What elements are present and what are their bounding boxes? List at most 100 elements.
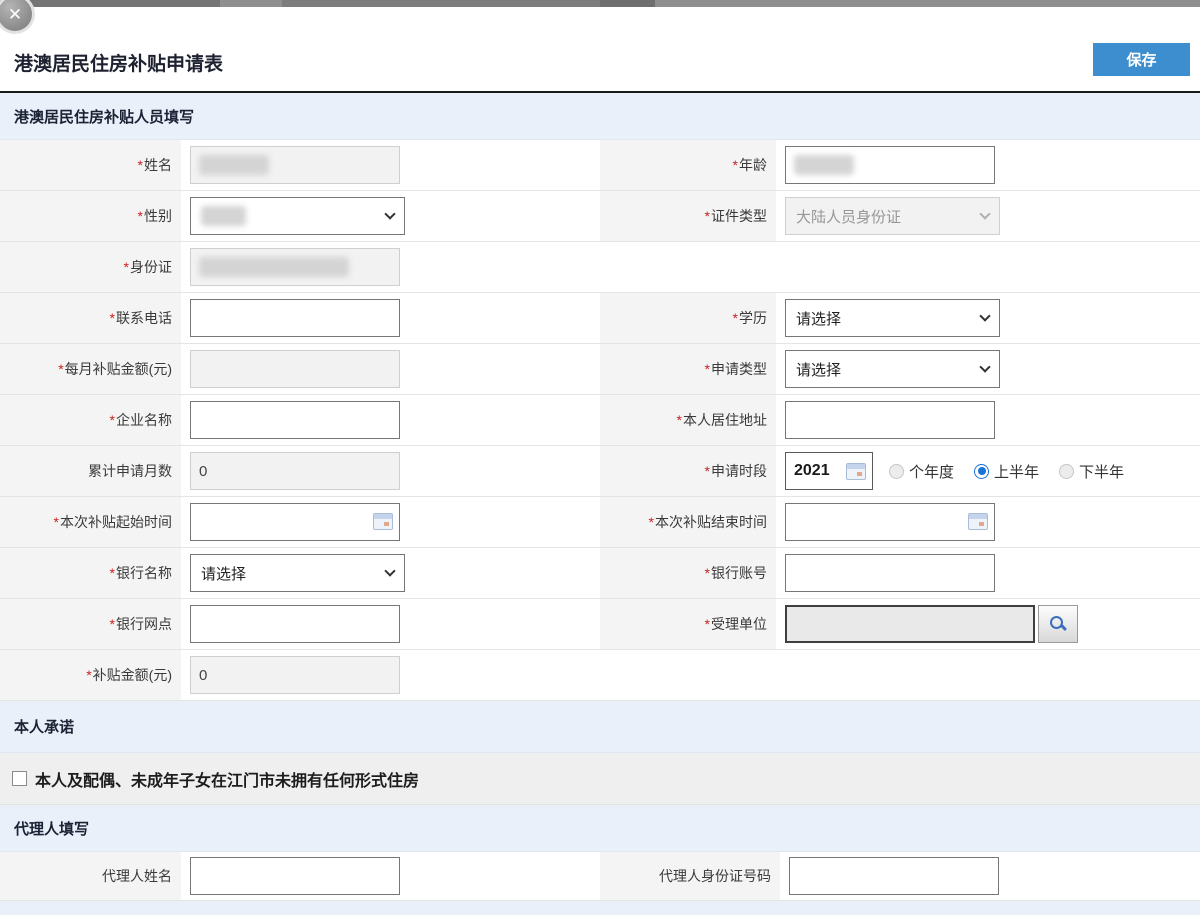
form-row: 累计申请月数 0 * 申请时段 2021 个年度 上半年 — [0, 446, 1200, 497]
form-row: * 补贴金额(元) 0 — [0, 650, 1200, 701]
label-text: 累计申请月数 — [88, 461, 172, 481]
required-marker: * — [110, 412, 115, 428]
id-type-select[interactable]: 大陆人员身份证 — [785, 197, 1000, 235]
agent-name-label: 代理人姓名 — [0, 852, 181, 900]
label-text: 银行账号 — [711, 563, 767, 583]
save-button[interactable]: 保存 — [1093, 43, 1190, 76]
empty-cell — [600, 242, 776, 292]
months-total-label: 累计申请月数 — [0, 446, 181, 496]
apply-year-input[interactable]: 2021 — [785, 452, 873, 490]
field-cell — [780, 852, 1200, 900]
redaction-blur — [199, 257, 349, 277]
browser-edge-segment — [30, 0, 220, 7]
radio-label: 个年度 — [909, 461, 954, 482]
radio-first-half[interactable]: 上半年 — [974, 461, 1039, 482]
form-row: * 企业名称 * 本人居住地址 — [0, 395, 1200, 446]
apply-type-select[interactable]: 请选择 — [785, 350, 1000, 388]
next-section-header-partial — [0, 901, 1200, 915]
start-date-input[interactable] — [190, 503, 400, 541]
bank-account-label: * 银行账号 — [600, 548, 776, 598]
radio-second-half[interactable]: 下半年 — [1059, 461, 1124, 482]
bank-branch-input[interactable] — [190, 605, 400, 643]
search-icon — [1049, 615, 1067, 633]
bank-branch-label: * 银行网点 — [0, 599, 181, 649]
form-row: * 本次补贴起始时间 * 本次补贴结束时间 — [0, 497, 1200, 548]
field-cell — [181, 344, 600, 394]
label-text: 本人居住地址 — [683, 410, 767, 430]
chevron-down-icon — [979, 208, 990, 219]
calendar-icon[interactable] — [846, 463, 866, 480]
agent-id-input[interactable] — [789, 857, 999, 895]
monthly-subsidy-input[interactable] — [190, 350, 400, 388]
empty-cell — [776, 242, 1200, 292]
required-marker: * — [705, 361, 710, 377]
form-row: * 银行名称 请选择 * 银行账号 — [0, 548, 1200, 599]
address-input[interactable] — [785, 401, 995, 439]
redaction-blur — [201, 206, 246, 226]
accept-unit-input[interactable] — [785, 605, 1035, 643]
required-marker: * — [677, 412, 682, 428]
accept-unit-group — [785, 605, 1078, 643]
input-value: 2021 — [794, 462, 846, 480]
company-input[interactable] — [190, 401, 400, 439]
months-total-input[interactable]: 0 — [190, 452, 400, 490]
commitment-checkbox[interactable] — [12, 771, 27, 786]
required-marker: * — [649, 514, 654, 530]
form-row: * 银行网点 * 受理单位 — [0, 599, 1200, 650]
end-date-input[interactable] — [785, 503, 995, 541]
apply-period-label: * 申请时段 — [600, 446, 776, 496]
label-text: 证件类型 — [711, 206, 767, 226]
phone-label: * 联系电话 — [0, 293, 181, 343]
required-marker: * — [86, 667, 91, 683]
field-cell — [776, 548, 1200, 598]
accept-unit-search-button[interactable] — [1038, 605, 1078, 643]
required-marker: * — [138, 157, 143, 173]
form-row: 代理人姓名 代理人身份证号码 — [0, 852, 1200, 901]
education-label: * 学历 — [600, 293, 776, 343]
field-cell: 0 — [181, 650, 600, 700]
field-cell — [776, 497, 1200, 547]
required-marker: * — [110, 616, 115, 632]
browser-edge-segment — [282, 0, 600, 7]
label-text: 受理单位 — [711, 614, 767, 634]
browser-edge-segment — [600, 0, 655, 7]
subsidy-amount-input[interactable]: 0 — [190, 656, 400, 694]
required-marker: * — [124, 259, 129, 275]
age-input[interactable] — [785, 146, 995, 184]
empty-cell — [776, 650, 1200, 700]
id-card-input[interactable] — [190, 248, 400, 286]
company-label: * 企业名称 — [0, 395, 181, 445]
field-cell: 请选择 — [776, 344, 1200, 394]
required-marker: * — [58, 361, 63, 377]
form-row: * 每月补贴金额(元) * 申请类型 请选择 — [0, 344, 1200, 395]
label-text: 性别 — [144, 206, 172, 226]
field-cell — [181, 191, 600, 241]
phone-input[interactable] — [190, 299, 400, 337]
gender-label: * 性别 — [0, 191, 181, 241]
bank-name-label: * 银行名称 — [0, 548, 181, 598]
bank-account-input[interactable] — [785, 554, 995, 592]
apply-period-radios: 个年度 上半年 下半年 — [889, 461, 1124, 482]
section-header-commitment: 本人承诺 — [0, 701, 1200, 753]
commitment-checkbox-label: 本人及配偶、未成年子女在江门市未拥有任何形式住房 — [35, 767, 419, 791]
required-marker: * — [110, 565, 115, 581]
form-row: * 身份证 — [0, 242, 1200, 293]
chevron-down-icon — [979, 310, 990, 321]
gender-select[interactable] — [190, 197, 405, 235]
label-text: 银行网点 — [116, 614, 172, 634]
calendar-icon[interactable] — [968, 513, 988, 530]
agent-name-input[interactable] — [190, 857, 400, 895]
label-text: 补贴金额(元) — [93, 665, 172, 685]
required-marker: * — [705, 463, 710, 479]
radio-full-year[interactable]: 个年度 — [889, 461, 954, 482]
field-cell — [181, 242, 600, 292]
bank-name-select[interactable]: 请选择 — [190, 554, 405, 592]
required-marker: * — [138, 208, 143, 224]
commitment-row: 本人及配偶、未成年子女在江门市未拥有任何形式住房 — [0, 753, 1200, 805]
education-select[interactable]: 请选择 — [785, 299, 1000, 337]
field-cell: 请选择 — [776, 293, 1200, 343]
label-text: 银行名称 — [116, 563, 172, 583]
label-text: 代理人身份证号码 — [659, 866, 771, 886]
name-input[interactable] — [190, 146, 400, 184]
calendar-icon[interactable] — [373, 513, 393, 530]
